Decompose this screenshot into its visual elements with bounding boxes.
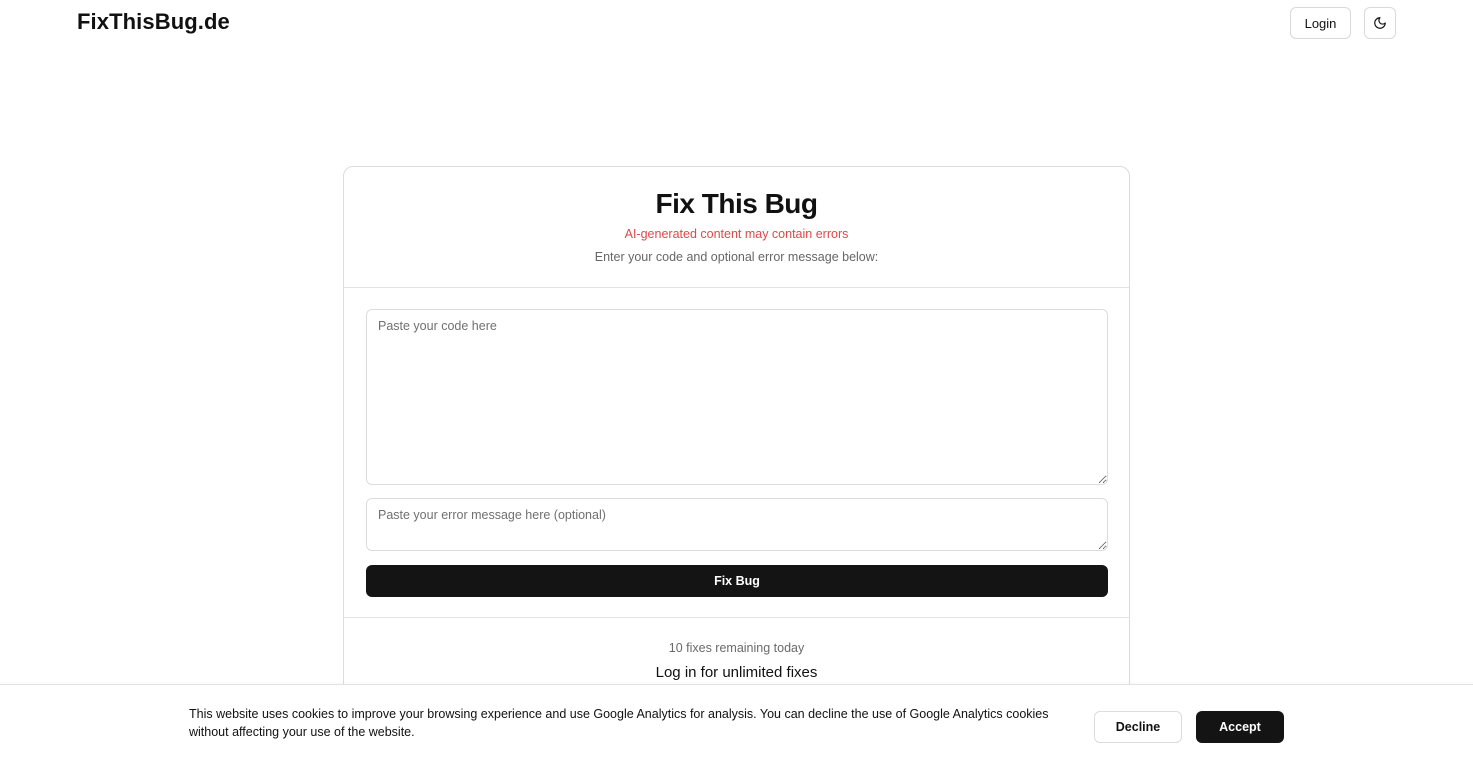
remaining-fixes-text: 10 fixes remaining today [668,641,805,655]
theme-toggle-button[interactable] [1364,7,1396,39]
site-logo[interactable]: FixThisBug.de [77,9,230,35]
login-button[interactable]: Login [1290,7,1351,39]
footer-divider [344,617,1129,618]
ai-warning-text: AI-generated content may contain errors [624,227,849,241]
decline-cookies-button[interactable]: Decline [1094,711,1182,743]
moon-icon [1374,17,1386,29]
code-input[interactable] [366,309,1108,485]
error-message-input[interactable] [366,498,1108,551]
top-header: FixThisBug.de Login [0,0,1473,46]
card-subtitle: Enter your code and optional error messa… [594,250,879,264]
page-title: Fix This Bug [655,188,819,219]
accept-cookies-button[interactable]: Accept [1196,711,1284,743]
cookie-notice-text: This website uses cookies to improve you… [189,707,1049,739]
fix-bug-card: Fix This Bug AI-generated content may co… [343,166,1130,726]
fix-bug-button[interactable]: Fix Bug [366,565,1108,597]
login-for-unlimited-link[interactable]: Log in for unlimited fixes [344,664,1129,681]
cookie-banner: This website uses cookies to improve you… [0,684,1473,768]
